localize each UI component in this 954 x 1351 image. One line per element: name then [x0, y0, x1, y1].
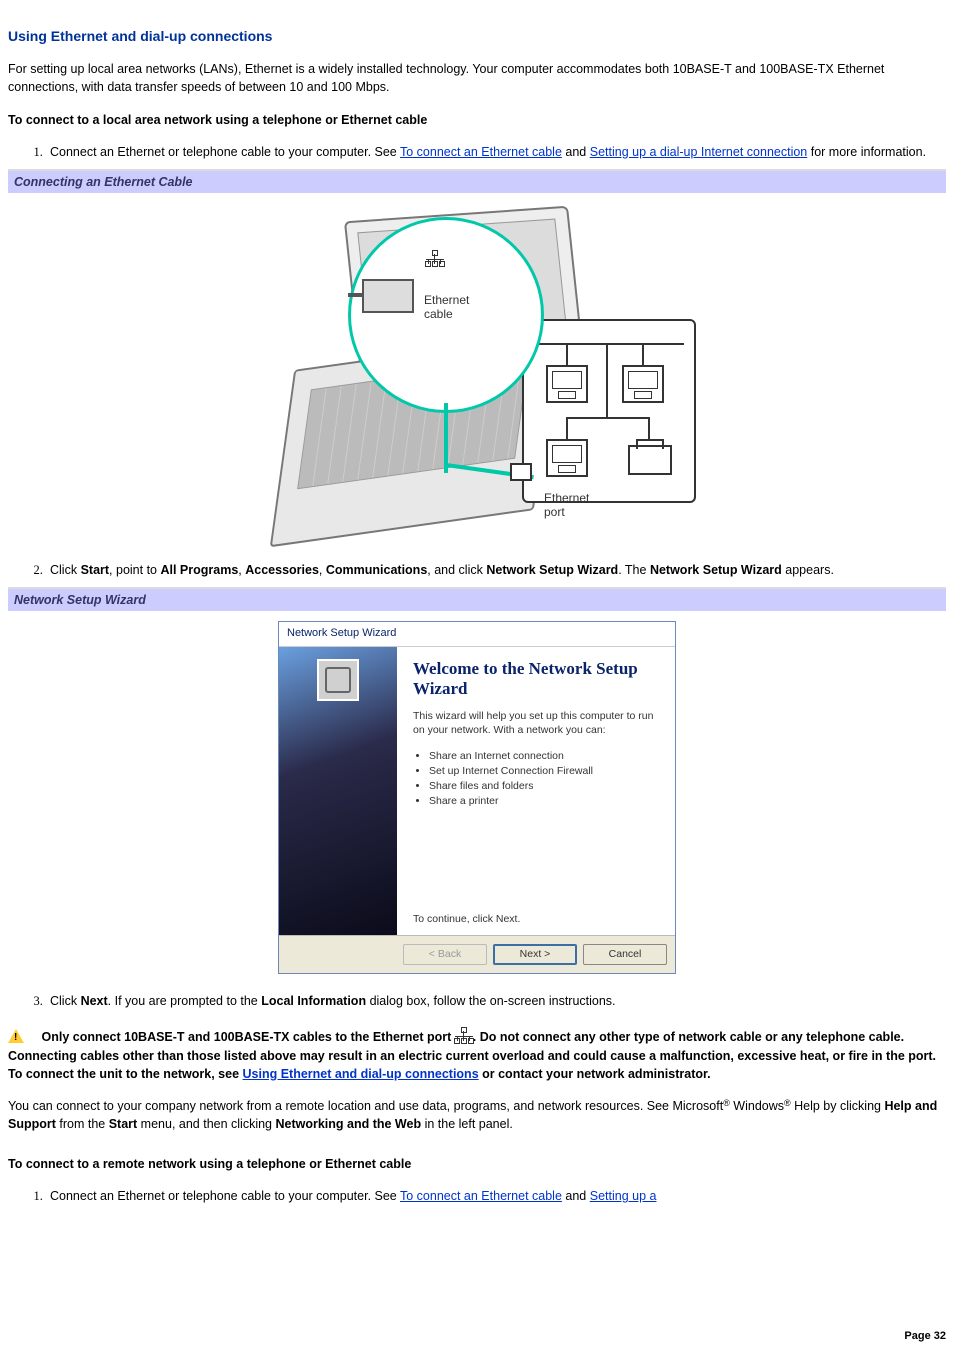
text: or contact your network administrator. [479, 1067, 711, 1081]
list-item: Share files and folders [429, 779, 659, 794]
wizard-next-button[interactable]: Next > [493, 944, 577, 965]
link-setup-dialup[interactable]: Setting up a dial-up Internet connection [590, 145, 808, 159]
wizard-heading: Welcome to the Network Setup Wizard [413, 659, 659, 698]
text: Accessories [245, 563, 319, 577]
text: and [562, 145, 590, 159]
text: Click [50, 563, 81, 577]
proc1-step1: Connect an Ethernet or telephone cable t… [46, 143, 946, 161]
text: Communications [326, 563, 427, 577]
link-connect-ethernet[interactable]: To connect an Ethernet cable [400, 145, 562, 159]
proc2-step1: Connect an Ethernet or telephone cable t… [46, 1187, 946, 1205]
text: Start [81, 563, 109, 577]
text: Connect an Ethernet or telephone cable t… [50, 145, 400, 159]
proc1-step2: Click Start, point to All Programs, Acce… [46, 561, 946, 579]
text: Network Setup Wizard [650, 563, 782, 577]
label-ethernet-cable: Ethernet cable [424, 293, 469, 322]
intro-paragraph: For setting up local area networks (LANs… [8, 60, 946, 96]
text: , point to [109, 563, 160, 577]
text: Click [50, 994, 81, 1008]
text: Next [81, 994, 108, 1008]
proc1-step3: Click Next. If you are prompted to the L… [46, 992, 946, 1010]
text: You can connect to your company network … [8, 1099, 723, 1113]
page-number: Page 32 [904, 1329, 946, 1345]
text: . If you are prompted to the [108, 994, 262, 1008]
text: , and click [427, 563, 486, 577]
wizard-feature-list: Share an Internet connection Set up Inte… [417, 749, 659, 808]
link-using-ethernet[interactable]: Using Ethernet and dial-up connections [243, 1067, 479, 1081]
text: Network Setup Wizard [486, 563, 618, 577]
text: ® [784, 1098, 791, 1108]
text: Only connect 10BASE-T and 100BASE-TX cab… [41, 1030, 454, 1044]
text: menu, and then clicking [137, 1117, 275, 1131]
text: appears. [782, 563, 834, 577]
figure-ethernet-cable: Ethernet cable Ethernet port [8, 193, 946, 561]
wizard-cancel-button[interactable]: Cancel [583, 944, 667, 965]
text: Networking and the Web [275, 1117, 421, 1131]
wizard-sidebar-graphic [279, 647, 397, 935]
link-setup-dialup[interactable]: Setting up a [590, 1189, 657, 1203]
text: dialog box, follow the on-screen instruc… [366, 994, 615, 1008]
text: Connect an Ethernet or telephone cable t… [50, 1189, 400, 1203]
text: and [562, 1189, 590, 1203]
ethernet-port-icon [455, 1031, 473, 1043]
label-ethernet-port: Ethernet port [544, 491, 589, 520]
warning-icon [8, 1029, 24, 1043]
text: , [319, 563, 326, 577]
text: Help by clicking [791, 1099, 885, 1113]
list-item: Set up Internet Connection Firewall [429, 764, 659, 779]
wizard-titlebar: Network Setup Wizard [279, 622, 675, 647]
text: Start [109, 1117, 137, 1131]
text: in the left panel. [421, 1117, 513, 1131]
list-item: Share a printer [429, 794, 659, 809]
text: for more information. [807, 145, 926, 159]
text: from the [56, 1117, 109, 1131]
text: . The [618, 563, 650, 577]
wizard-continue-text: To continue, click Next. [413, 872, 659, 927]
procedure2-heading: To connect to a remote network using a t… [8, 1155, 946, 1173]
text: Windows [730, 1099, 784, 1113]
text: All Programs [160, 563, 238, 577]
list-item: Share an Internet connection [429, 749, 659, 764]
wizard-description: This wizard will help you set up this co… [413, 710, 659, 737]
remote-paragraph: You can connect to your company network … [8, 1097, 946, 1133]
link-connect-ethernet[interactable]: To connect an Ethernet cable [400, 1189, 562, 1203]
page-title: Using Ethernet and dial-up connections [8, 26, 946, 46]
wizard-back-button: < Back [403, 944, 487, 965]
warning-paragraph: Only connect 10BASE-T and 100BASE-TX cab… [8, 1028, 946, 1082]
text: Local Information [261, 994, 366, 1008]
figure-network-wizard: Network Setup Wizard Welcome to the Netw… [8, 611, 946, 992]
figure-band-wizard: Network Setup Wizard [8, 587, 946, 611]
text: ® [723, 1098, 730, 1108]
procedure1-heading: To connect to a local area network using… [8, 111, 946, 129]
ethernet-port-icon [426, 245, 444, 271]
figure-band-ethernet: Connecting an Ethernet Cable [8, 169, 946, 193]
